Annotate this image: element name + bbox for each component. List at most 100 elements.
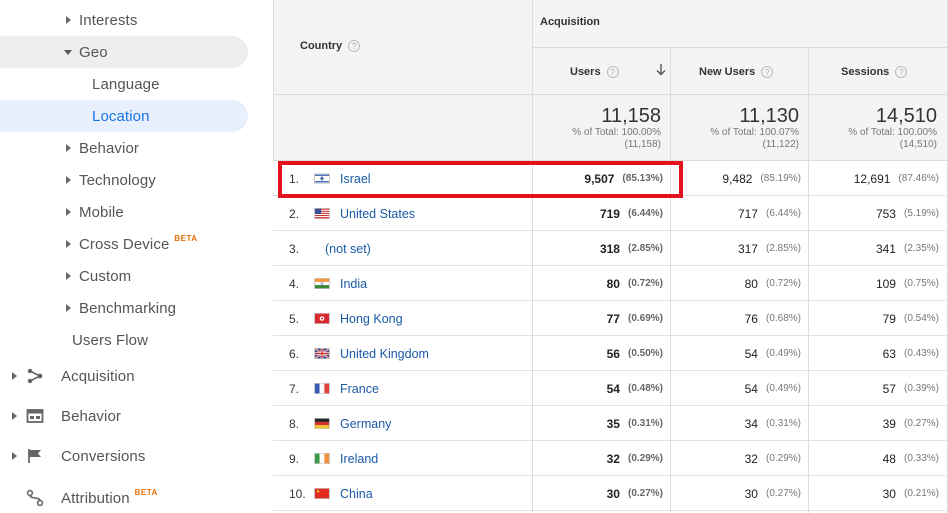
nav-item-users-flow[interactable]: Users Flow: [72, 324, 148, 356]
table-row: 5. Hong Kong 77 (0.69%) 76 (0.68%) 79 (0.54%): [273, 301, 948, 336]
expand-arrow-icon: [66, 176, 71, 184]
nav-item-technology[interactable]: Technology: [66, 164, 156, 196]
country-link[interactable]: United Kingdom: [340, 336, 429, 371]
country-link[interactable]: (not set): [325, 231, 371, 266]
nav-label: Technology: [79, 171, 156, 189]
nav-item-interests[interactable]: Interests: [66, 4, 137, 36]
nav-item-geo[interactable]: Geo: [64, 36, 108, 68]
row-rank: 9.: [289, 451, 300, 466]
row-divider: [532, 47, 948, 48]
country-link[interactable]: Germany: [340, 406, 391, 441]
sidebar-nav: Interests Geo Language Location Behavior…: [0, 0, 272, 513]
nav-label: Conversions: [61, 447, 146, 465]
highlight-box: [278, 161, 683, 198]
users-value: 77 (0.69%): [606, 311, 663, 326]
users-value: 35 (0.31%): [606, 416, 663, 431]
sessions-value: 39 (0.27%): [882, 416, 939, 431]
country-link[interactable]: Ireland: [340, 441, 378, 476]
acquisition-icon: [25, 366, 45, 386]
table-row: 7. France 54 (0.48%) 54 (0.49%) 57 (0.39%): [273, 371, 948, 406]
new-users-value: 80 (0.72%): [744, 276, 801, 291]
users-value: 80 (0.72%): [606, 276, 663, 291]
china-flag-icon: [314, 488, 330, 499]
table-row: 10. China 30 (0.27%) 30 (0.27%) 30 (0.21%): [273, 476, 948, 511]
country-link[interactable]: United States: [340, 196, 415, 231]
expand-arrow-icon: [66, 240, 71, 248]
hk-flag-icon: [314, 313, 330, 324]
help-icon[interactable]: ?: [606, 66, 619, 78]
country-link[interactable]: France: [340, 371, 379, 406]
users-value: 318 (2.85%): [599, 241, 663, 256]
nav-section-conversions[interactable]: Conversions: [12, 440, 145, 472]
nav-label: Attribution: [61, 489, 130, 507]
row-divider: [273, 94, 948, 95]
nav-label: Cross Device: [79, 235, 170, 253]
new-users-value: 54 (0.49%): [744, 381, 801, 396]
sessions-value: 12,691 (87.46%): [853, 171, 939, 186]
nav-label: Acquisition: [61, 367, 135, 385]
nav-label: Users Flow: [72, 331, 149, 349]
row-rank: 2.: [289, 206, 300, 221]
nav-item-cross-device[interactable]: Cross Device BETA: [66, 228, 198, 260]
country-column-header[interactable]: Country ?: [300, 40, 361, 52]
expand-arrow-icon: [66, 144, 71, 152]
sort-descending-icon[interactable]: [656, 63, 666, 79]
sessions-column-header[interactable]: Sessions ?: [841, 66, 908, 78]
users-value: 30 (0.27%): [606, 486, 663, 501]
nav-label: Geo: [79, 43, 108, 61]
nav-label: Custom: [79, 267, 132, 285]
geo-location-table: Country ? Acquisition Users ? New Users …: [273, 0, 948, 513]
ireland-flag-icon: [314, 453, 330, 464]
help-icon[interactable]: ?: [348, 40, 361, 52]
beta-badge: BETA: [174, 233, 198, 243]
nav-highlight-geo: [0, 36, 248, 68]
france-flag-icon: [314, 383, 330, 394]
sessions-value: 30 (0.21%): [882, 486, 939, 501]
expand-arrow-icon: [12, 372, 17, 380]
help-icon[interactable]: ?: [895, 66, 908, 78]
new-users-total: 11,130 % of Total: 100.07% (11,122): [710, 105, 799, 150]
country-link[interactable]: India: [340, 266, 367, 301]
users-value: 56 (0.50%): [606, 346, 663, 361]
sessions-value: 753 (5.19%): [875, 206, 939, 221]
collapse-arrow-icon: [64, 50, 72, 55]
table-row: 6. United Kingdom 56 (0.50%) 54 (0.49%) 63 (0.4…: [273, 336, 948, 371]
country-link[interactable]: Hong Kong: [340, 301, 403, 336]
nav-label: Location: [92, 107, 150, 125]
new-users-value: 30 (0.27%): [744, 486, 801, 501]
india-flag-icon: [314, 278, 330, 289]
us-flag-icon: [314, 208, 330, 219]
new-users-value: 717 (6.44%): [737, 206, 801, 221]
sessions-value: 109 (0.75%): [875, 276, 939, 291]
nav-item-location[interactable]: Location: [92, 100, 150, 132]
expand-arrow-icon: [66, 16, 71, 24]
nav-section-attribution[interactable]: Attribution BETA: [25, 482, 158, 513]
nav-item-behavior-sub[interactable]: Behavior: [66, 132, 139, 164]
expand-arrow-icon: [66, 208, 71, 216]
row-rank: 10.: [289, 486, 306, 501]
nav-section-acquisition[interactable]: Acquisition: [12, 360, 135, 392]
new-users-column-header[interactable]: New Users ?: [699, 66, 774, 78]
expand-arrow-icon: [66, 304, 71, 312]
nav-item-benchmarking[interactable]: Benchmarking: [66, 292, 176, 324]
nav-item-language[interactable]: Language: [92, 68, 160, 100]
country-link[interactable]: China: [340, 476, 373, 511]
sessions-value: 48 (0.33%): [882, 451, 939, 466]
table-row: 8. Germany 35 (0.31%) 34 (0.31%) 39 (0.27%): [273, 406, 948, 441]
table-row: 2. United States 719 (6.44%) 717 (6.44%) 753 (5…: [273, 196, 948, 231]
nav-section-behavior[interactable]: Behavior: [12, 400, 121, 432]
row-rank: 7.: [289, 381, 300, 396]
row-rank: 8.: [289, 416, 300, 431]
new-users-value: 76 (0.68%): [744, 311, 801, 326]
expand-arrow-icon: [12, 452, 17, 460]
users-value: 719 (6.44%): [599, 206, 663, 221]
uk-flag-icon: [314, 348, 330, 359]
expand-arrow-icon: [66, 272, 71, 280]
nav-item-mobile[interactable]: Mobile: [66, 196, 124, 228]
nav-item-custom[interactable]: Custom: [66, 260, 131, 292]
new-users-value: 54 (0.49%): [744, 346, 801, 361]
nav-label: Mobile: [79, 203, 124, 221]
users-column-header[interactable]: Users ?: [570, 66, 619, 78]
help-icon[interactable]: ?: [761, 66, 774, 78]
row-rank: 5.: [289, 311, 300, 326]
